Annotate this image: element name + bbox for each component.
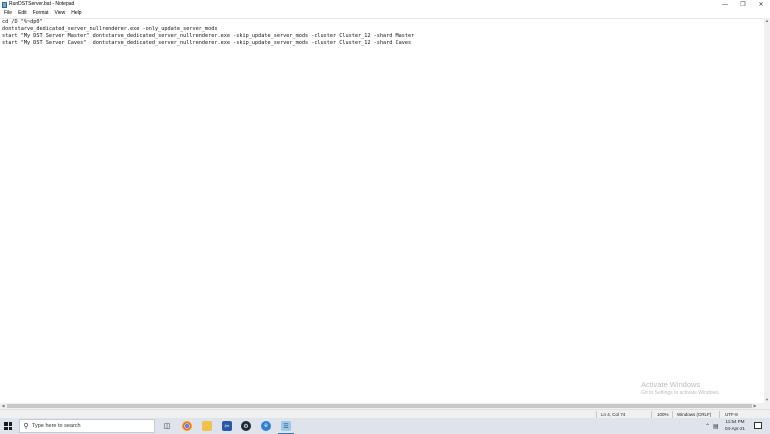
maximize-button[interactable]: ❐ — [734, 0, 752, 9]
task-view-icon[interactable]: ◫ — [162, 421, 172, 431]
clock-date: 04-Apr-21 — [724, 425, 745, 431]
status-bar: Ln 4, Col 74 100% Windows (CRLF) UTF-8 — [0, 409, 770, 418]
search-icon: ⚲ — [23, 423, 29, 430]
title-bar: RunDSTServer.bat - Notepad — ❐ ✕ — [0, 0, 770, 9]
snipping-tool-icon[interactable]: ✂ — [222, 421, 232, 431]
close-button[interactable]: ✕ — [752, 0, 770, 9]
network-icon[interactable]: ▤ — [713, 418, 719, 434]
edge-icon[interactable]: e — [261, 421, 271, 431]
editor-line[interactable]: start "My DST Server Caves" dontstarve_d… — [0, 40, 764, 47]
minimize-button[interactable]: — — [716, 0, 734, 9]
start-button[interactable] — [4, 422, 12, 430]
menu-file[interactable]: File — [0, 9, 15, 18]
status-divider — [596, 411, 597, 418]
search-box[interactable]: ⚲ Type here to search — [19, 419, 155, 433]
search-placeholder[interactable]: Type here to search — [32, 423, 81, 429]
watermark-subtitle: Go to Settings to activate Windows. — [641, 390, 720, 396]
taskbar: ⚲ Type here to search ◫ ✂ ⚙ e ☰ ⌃ ▤ 11:5… — [0, 418, 770, 434]
menu-format[interactable]: Format — [30, 9, 52, 18]
status-divider — [651, 411, 652, 418]
show-hidden-icons-icon[interactable]: ⌃ — [705, 418, 710, 434]
editor-line[interactable]: dontstarve_dedicated_server_nullrenderer… — [0, 26, 764, 33]
steam-icon[interactable]: ⚙ — [241, 421, 251, 431]
notepad-taskbar-icon[interactable]: ☰ — [281, 421, 291, 431]
scroll-up-icon[interactable]: ▲ — [764, 18, 770, 24]
file-explorer-icon[interactable] — [202, 421, 212, 431]
menu-view[interactable]: View — [52, 9, 69, 18]
window-controls: — ❐ ✕ — [716, 0, 770, 9]
status-divider — [719, 411, 720, 418]
window-title: RunDSTServer.bat - Notepad — [9, 1, 75, 7]
editor-line[interactable]: start "My DST Server Master" dontstarve_… — [0, 33, 764, 40]
horizontal-scroll-thumb[interactable] — [7, 404, 752, 408]
chrome-icon[interactable] — [182, 421, 192, 431]
activate-windows-watermark: Activate Windows Go to Settings to activ… — [641, 380, 720, 397]
watermark-title: Activate Windows — [641, 380, 701, 389]
notifications-icon[interactable] — [754, 422, 762, 429]
menu-help[interactable]: Help — [68, 9, 84, 18]
taskbar-clock[interactable]: 11:54 PM 04-Apr-21 — [721, 419, 749, 432]
notepad-icon — [2, 1, 7, 8]
vertical-scrollbar[interactable]: ▲ ▼ — [764, 18, 770, 403]
editor-line[interactable]: cd /D "%~dp0" — [0, 19, 764, 26]
menu-bar: File Edit Format View Help — [0, 9, 770, 18]
text-editor[interactable]: cd /D "%~dp0" dontstarve_dedicated_serve… — [0, 18, 764, 404]
status-divider — [672, 411, 673, 418]
menu-edit[interactable]: Edit — [15, 9, 30, 18]
